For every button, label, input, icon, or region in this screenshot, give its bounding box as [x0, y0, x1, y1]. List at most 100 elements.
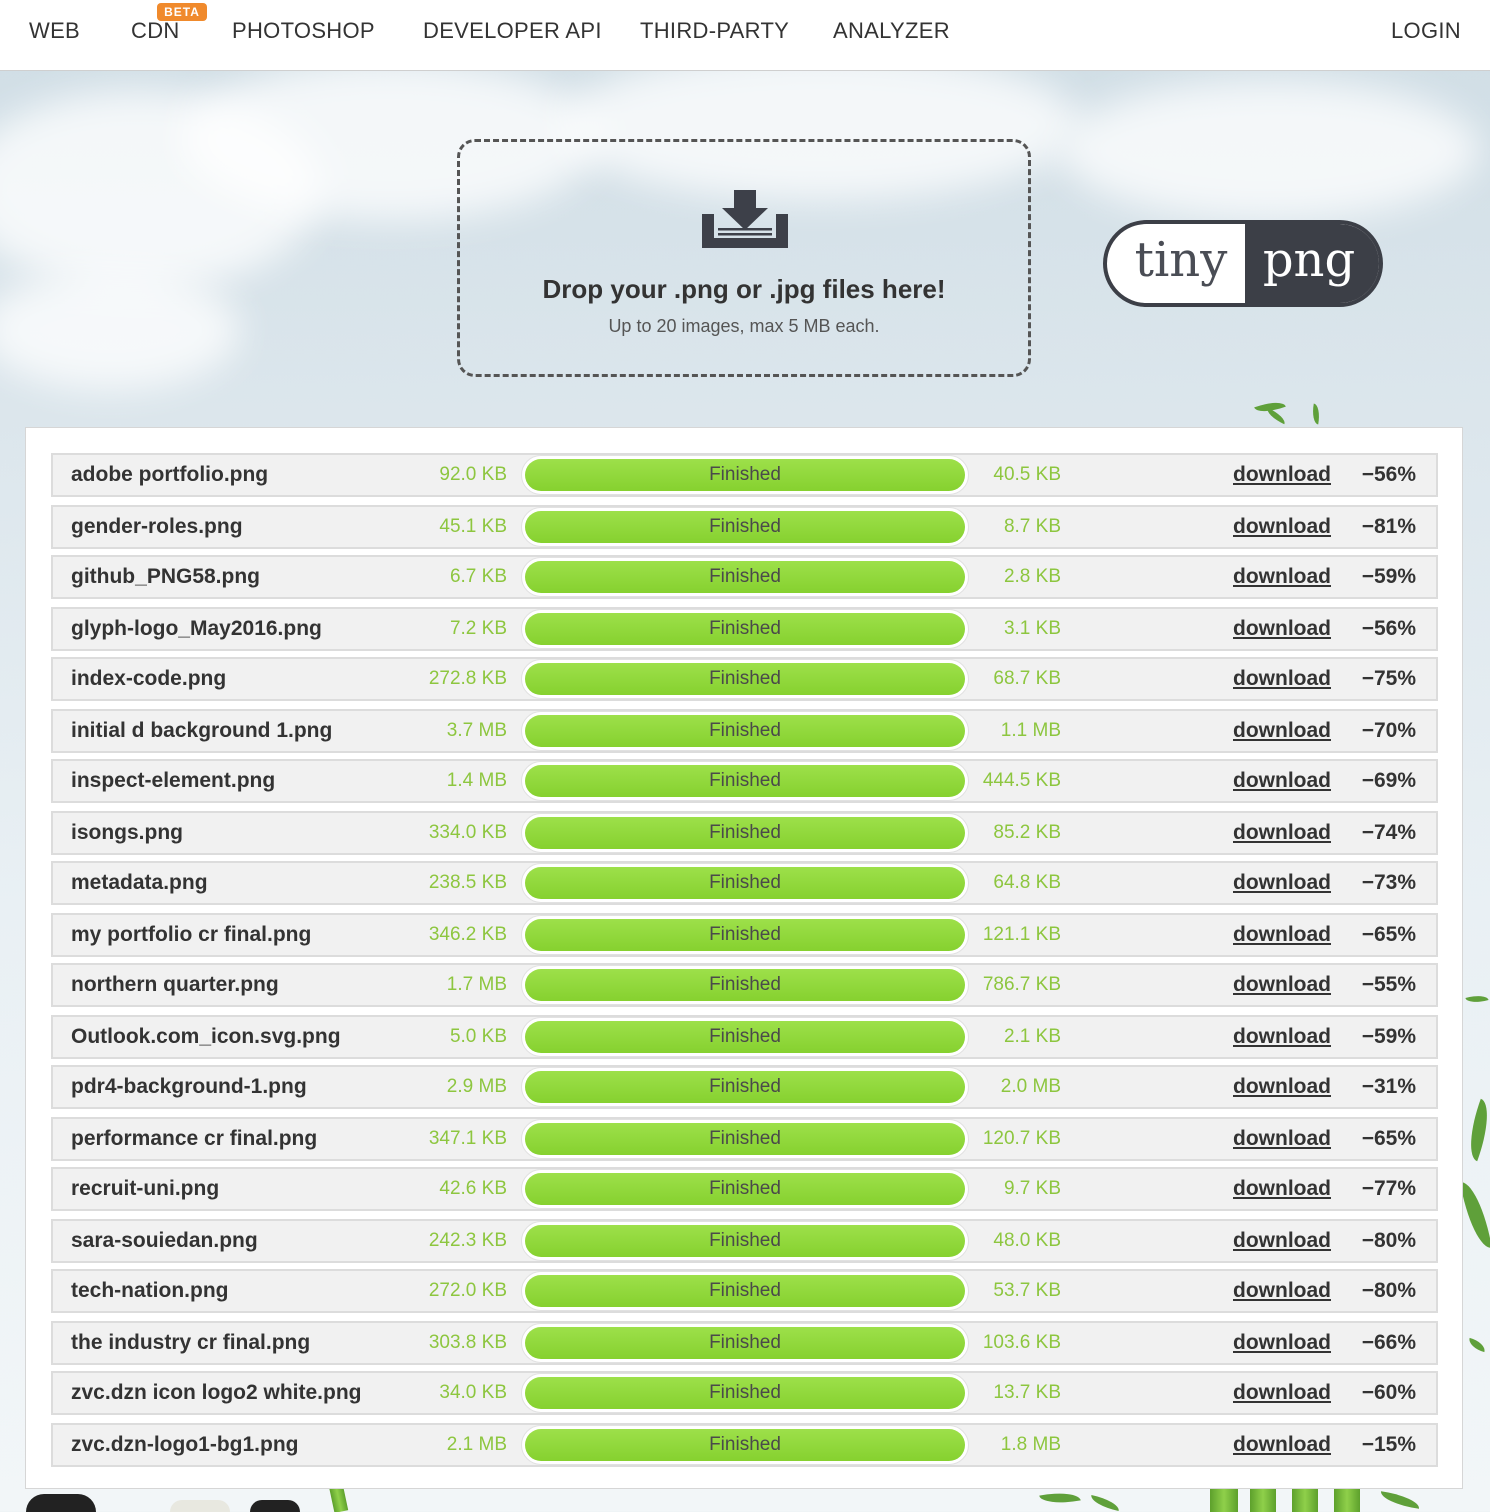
- leaf-decoration: [1460, 1178, 1490, 1252]
- download-link[interactable]: download: [1233, 711, 1331, 751]
- saving-percent: −81%: [1361, 515, 1416, 538]
- download-link[interactable]: download: [1233, 557, 1331, 597]
- saving-percent: −80%: [1361, 1229, 1416, 1252]
- progress-bar: Finished: [521, 965, 969, 1005]
- compressed-size: 444.5 KB: [982, 770, 1061, 791]
- file-dropzone[interactable]: Drop your .png or .jpg files here! Up to…: [457, 139, 1031, 377]
- nav-developer-api[interactable]: DEVELOPER API: [423, 18, 602, 44]
- download-link[interactable]: download: [1233, 1119, 1331, 1159]
- result-row: tech-nation.png 272.0 KB Finished 53.7 KB do…: [51, 1269, 1438, 1313]
- file-name: performance cr final.png: [71, 1127, 318, 1150]
- file-name: github_PNG58.png: [71, 565, 260, 588]
- status-label: Finished: [709, 720, 781, 741]
- compressed-size: 85.2 KB: [993, 822, 1061, 843]
- file-name: metadata.png: [71, 871, 208, 894]
- result-row: recruit-uni.png 42.6 KB Finished 9.7 KB down…: [51, 1167, 1438, 1211]
- download-link[interactable]: download: [1233, 915, 1331, 955]
- file-name: northern quarter.png: [71, 973, 279, 996]
- original-size: 334.0 KB: [428, 822, 507, 843]
- progress-bar: Finished: [521, 609, 969, 649]
- download-link[interactable]: download: [1233, 965, 1331, 1005]
- status-label: Finished: [709, 1026, 781, 1047]
- status-label: Finished: [709, 924, 781, 945]
- compressed-size: 9.7 KB: [1003, 1178, 1061, 1199]
- status-label: Finished: [709, 974, 781, 995]
- results-panel: adobe portfolio.png 92.0 KB Finished 40.5 K…: [25, 427, 1463, 1489]
- bamboo-decoration: [1292, 1488, 1318, 1512]
- original-size: 34.0 KB: [439, 1382, 507, 1403]
- download-link[interactable]: download: [1233, 1425, 1331, 1465]
- file-name: the industry cr final.png: [71, 1331, 311, 1354]
- compressed-size: 3.1 KB: [1003, 618, 1061, 639]
- file-name: zvc.dzn icon logo2 white.png: [71, 1381, 362, 1404]
- original-size: 3.7 MB: [446, 720, 507, 741]
- download-link[interactable]: download: [1233, 507, 1331, 547]
- cloud-decoration: [1060, 80, 1480, 220]
- logo-text-tiny: tiny: [1134, 232, 1228, 288]
- progress-bar: Finished: [521, 1067, 969, 1107]
- compressed-size: 2.8 KB: [1003, 566, 1061, 587]
- download-link[interactable]: download: [1233, 761, 1331, 801]
- leaf-decoration: [1089, 1494, 1121, 1512]
- file-name: my portfolio cr final.png: [71, 923, 312, 946]
- progress-bar: Finished: [521, 1323, 969, 1363]
- compressed-size: 48.0 KB: [993, 1230, 1061, 1251]
- file-name: adobe portfolio.png: [71, 463, 269, 486]
- original-size: 303.8 KB: [428, 1332, 507, 1353]
- status-label: Finished: [709, 668, 781, 689]
- download-link[interactable]: download: [1233, 455, 1331, 495]
- result-row: isongs.png 334.0 KB Finished 85.2 KB downloa…: [51, 811, 1438, 855]
- nav-photoshop[interactable]: PHOTOSHOP: [232, 18, 375, 44]
- result-row: initial d background 1.png 3.7 MB Finished…: [51, 709, 1438, 753]
- top-nav: WEB CDN BETA PHOTOSHOP DEVELOPER API THI…: [0, 0, 1490, 71]
- nav-third-party[interactable]: THIRD-PARTY: [640, 18, 789, 44]
- compressed-size: 1.8 MB: [1000, 1434, 1061, 1455]
- original-size: 272.8 KB: [428, 668, 507, 689]
- compressed-size: 2.0 MB: [1000, 1076, 1061, 1097]
- nav-cdn[interactable]: CDN: [131, 18, 180, 44]
- bamboo-decoration: [1250, 1488, 1276, 1512]
- result-row: zvc.dzn icon logo2 white.png 34.0 KB Finis…: [51, 1371, 1438, 1415]
- leaf-decoration: [1264, 407, 1288, 425]
- nav-login[interactable]: LOGIN: [1391, 18, 1461, 44]
- original-size: 2.1 MB: [446, 1434, 507, 1455]
- result-row: the industry cr final.png 303.8 KB Finishe…: [51, 1321, 1438, 1365]
- download-link[interactable]: download: [1233, 813, 1331, 853]
- saving-percent: −69%: [1361, 769, 1416, 792]
- progress-bar: Finished: [521, 761, 969, 801]
- saving-percent: −73%: [1361, 871, 1416, 894]
- download-link[interactable]: download: [1233, 659, 1331, 699]
- compressed-size: 120.7 KB: [982, 1128, 1061, 1149]
- leaf-decoration: [1465, 992, 1489, 1006]
- download-link[interactable]: download: [1233, 1017, 1331, 1057]
- nav-web[interactable]: WEB: [29, 18, 80, 44]
- tinypng-logo[interactable]: tiny png: [1103, 220, 1383, 307]
- download-link[interactable]: download: [1233, 1169, 1331, 1209]
- leaf-decoration: [1310, 403, 1322, 425]
- result-row: performance cr final.png 347.1 KB Finished…: [51, 1117, 1438, 1161]
- compressed-size: 13.7 KB: [993, 1382, 1061, 1403]
- nav-analyzer[interactable]: ANALYZER: [833, 18, 950, 44]
- status-label: Finished: [709, 618, 781, 639]
- download-link[interactable]: download: [1233, 1271, 1331, 1311]
- progress-bar: Finished: [521, 863, 969, 903]
- photo-fragment: [250, 1500, 300, 1512]
- download-link[interactable]: download: [1233, 1373, 1331, 1413]
- progress-bar: Finished: [521, 1119, 969, 1159]
- file-name: index-code.png: [71, 667, 227, 690]
- compressed-size: 1.1 MB: [1000, 720, 1061, 741]
- progress-bar: Finished: [521, 813, 969, 853]
- saving-percent: −75%: [1361, 667, 1416, 690]
- download-link[interactable]: download: [1233, 1067, 1331, 1107]
- status-label: Finished: [709, 1076, 781, 1097]
- original-size: 45.1 KB: [439, 516, 507, 537]
- original-size: 242.3 KB: [428, 1230, 507, 1251]
- progress-bar: Finished: [521, 1169, 969, 1209]
- leaf-decoration: [1467, 1337, 1487, 1353]
- download-link[interactable]: download: [1233, 1221, 1331, 1261]
- result-row: pdr4-background-1.png 2.9 MB Finished 2.0 M…: [51, 1065, 1438, 1109]
- download-link[interactable]: download: [1233, 1323, 1331, 1363]
- download-link[interactable]: download: [1233, 609, 1331, 649]
- progress-bar: Finished: [521, 1271, 969, 1311]
- download-link[interactable]: download: [1233, 863, 1331, 903]
